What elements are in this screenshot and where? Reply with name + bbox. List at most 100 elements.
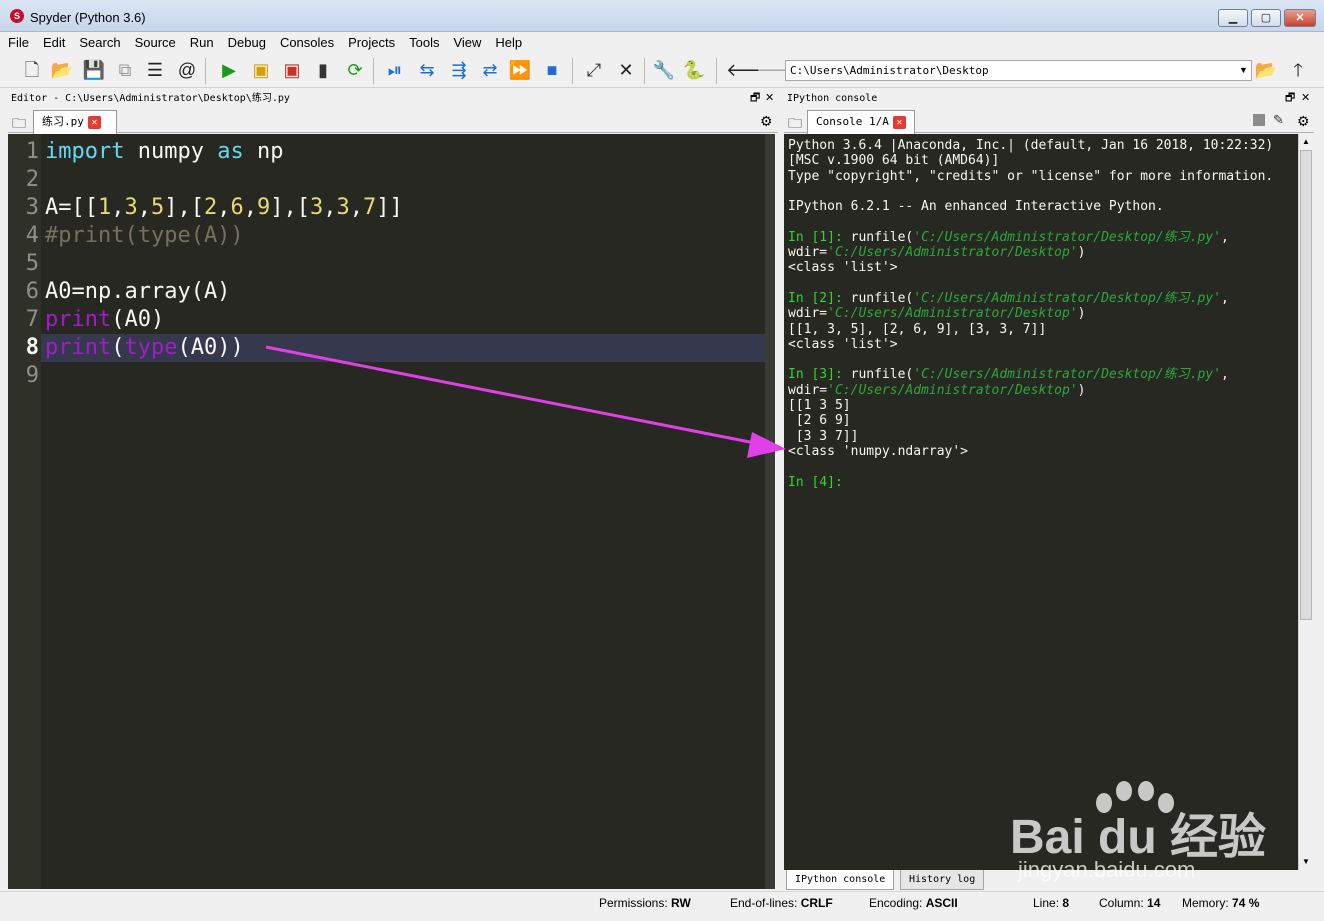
console-pane-title: IPython console xyxy=(784,90,1279,107)
code-line: A=[[1,3,5],[2,6,9],[3,3,7]] xyxy=(45,195,403,220)
menu-file[interactable]: File xyxy=(0,33,35,52)
run-cell-advance-icon[interactable]: ▣ xyxy=(280,58,304,82)
stop-kernel-icon[interactable] xyxy=(1253,114,1265,126)
close-pane-icon[interactable]: ✕ xyxy=(1301,90,1310,107)
tab-ipython-console[interactable]: IPython console xyxy=(786,870,895,890)
console-line: In [1]: runfile('C:/Users/Administrator/… xyxy=(788,229,1229,245)
tab-history-log[interactable]: History log xyxy=(900,870,985,890)
maximize-button[interactable]: ▢ xyxy=(1251,9,1281,27)
fullscreen-icon[interactable]: ✕ xyxy=(614,58,638,82)
minimize-button[interactable]: ▁ xyxy=(1218,9,1248,27)
tab-label: 练习.py xyxy=(42,115,84,128)
gear-icon[interactable]: ⚙ xyxy=(760,113,773,130)
menu-tools[interactable]: Tools xyxy=(401,33,445,52)
stop-debug-icon[interactable]: ■ xyxy=(540,58,564,82)
status-permissions: Permissions: RW xyxy=(599,896,691,910)
console-line: [MSC v.1900 64 bit (AMD64)] xyxy=(788,153,1000,169)
step-icon[interactable]: ⇆ xyxy=(415,58,439,82)
menu-run[interactable]: Run xyxy=(182,33,220,52)
console-line: [[1, 3, 5], [2, 6, 9], [3, 3, 7]] xyxy=(788,321,1047,337)
save-all-icon[interactable]: ⧉ xyxy=(113,58,137,82)
scroll-up-icon[interactable]: ▲ xyxy=(1302,137,1310,146)
console-line: [3 3 7]] xyxy=(788,428,859,444)
status-line: Line: 8 xyxy=(1033,896,1070,910)
toolbar-separator xyxy=(373,58,374,84)
menu-source[interactable]: Source xyxy=(127,33,182,52)
spyder-logo-icon: S xyxy=(10,9,24,23)
chevron-down-icon[interactable]: ▼ xyxy=(1236,61,1251,80)
editor-scrollbar[interactable] xyxy=(765,134,775,889)
debug-icon[interactable]: ⏯ xyxy=(383,58,407,82)
tab-label: Console 1/A xyxy=(816,115,889,128)
menu-consoles[interactable]: Consoles xyxy=(272,33,340,52)
code-line: print(type(A0)) xyxy=(45,335,244,360)
title-bar xyxy=(0,0,1324,32)
maximize-pane-icon[interactable]: ⤢ xyxy=(582,58,606,82)
run-selection-icon[interactable]: ▮ xyxy=(311,58,335,82)
preferences-wrench-icon[interactable]: 🔧 xyxy=(652,58,676,82)
editor-tab-bar xyxy=(8,108,778,133)
line-number: 5 xyxy=(25,251,39,276)
line-number: 6 xyxy=(25,279,39,304)
rerun-icon[interactable]: ⟳ xyxy=(343,58,367,82)
status-eol: End-of-lines: CRLF xyxy=(730,896,833,910)
editor-pane-title: Editor - C:\Users\Administrator\Desktop\… xyxy=(8,90,748,107)
step-return-icon[interactable]: ⇄ xyxy=(478,58,502,82)
console-line: In [2]: runfile('C:/Users/Administrator/… xyxy=(788,290,1229,306)
browse-directory-icon[interactable]: 📂 xyxy=(1254,58,1278,82)
run-cell-icon[interactable]: ▣ xyxy=(249,58,273,82)
run-file-icon[interactable]: ▶ xyxy=(217,58,241,82)
forward-arrow-icon[interactable]: 🡒 xyxy=(756,58,804,82)
gear-icon[interactable]: ⚙ xyxy=(1297,113,1310,130)
undock-icon[interactable]: 🗗 xyxy=(1285,90,1295,107)
save-file-icon[interactable]: 💾 xyxy=(82,58,106,82)
python-path-icon[interactable]: @ xyxy=(175,58,199,82)
menu-projects[interactable]: Projects xyxy=(340,33,401,52)
console-line: <class 'list'> xyxy=(788,336,898,352)
status-column: Column: 14 xyxy=(1099,896,1161,910)
tab-console[interactable]: Console 1/A ✕ xyxy=(807,110,915,134)
open-file-icon[interactable]: 📂 xyxy=(50,58,74,82)
tab-editor-file[interactable]: 练习.py ✕ xyxy=(33,110,117,134)
menu-edit[interactable]: Edit xyxy=(35,33,71,52)
console-line: <class 'numpy.ndarray'> xyxy=(788,443,969,459)
console-prompt[interactable]: In [4]: xyxy=(788,475,1298,490)
python-path-manager-icon[interactable]: 🐍 xyxy=(682,58,706,82)
line-number: 2 xyxy=(25,167,39,192)
close-button[interactable]: ✕ xyxy=(1284,9,1316,27)
ipython-console[interactable]: Python 3.6.4 |Anaconda, Inc.| (default, … xyxy=(784,134,1298,870)
code-line: print(A0) xyxy=(45,307,165,332)
step-into-icon[interactable]: ⇶ xyxy=(447,58,471,82)
clear-console-icon[interactable]: ✎ xyxy=(1273,112,1284,128)
status-memory: Memory: 74 % xyxy=(1182,896,1260,910)
working-directory-input[interactable]: C:\Users\Administrator\Desktop xyxy=(785,60,1252,81)
undock-icon[interactable]: 🗗 xyxy=(750,90,760,107)
back-arrow-icon[interactable]: 🡐 xyxy=(726,58,774,82)
menu-search[interactable]: Search xyxy=(71,33,126,52)
scrollbar-thumb[interactable] xyxy=(1300,150,1312,620)
line-number-current: 8 xyxy=(25,335,39,360)
line-number: 9 xyxy=(25,363,39,388)
code-line: import numpy as np xyxy=(45,139,284,164)
toolbar-separator xyxy=(644,58,645,84)
browse-tabs-icon[interactable]: ☰ xyxy=(143,58,167,82)
console-line: <class 'list'> xyxy=(788,260,898,276)
close-tab-icon[interactable]: ✕ xyxy=(87,115,101,129)
parent-directory-icon[interactable]: 🡑 xyxy=(1286,58,1310,82)
window-title: Spyder (Python 3.6) xyxy=(30,10,146,25)
close-pane-icon[interactable]: ✕ xyxy=(765,90,774,107)
line-number: 1 xyxy=(25,139,39,164)
line-number: 7 xyxy=(25,307,39,332)
menu-debug[interactable]: Debug xyxy=(220,33,272,52)
close-tab-icon[interactable]: ✕ xyxy=(892,115,906,129)
line-number: 3 xyxy=(25,195,39,220)
menu-view[interactable]: View xyxy=(445,33,487,52)
console-line: wdir='C:/Users/Administrator/Desktop') xyxy=(788,306,1086,322)
new-file-icon[interactable]: 🗋 xyxy=(20,58,44,82)
code-line: A0=np.array(A) xyxy=(45,279,231,304)
console-line: [2 6 9] xyxy=(788,413,851,429)
menu-help[interactable]: Help xyxy=(487,33,528,52)
continue-icon[interactable]: ⏩ xyxy=(508,58,532,82)
